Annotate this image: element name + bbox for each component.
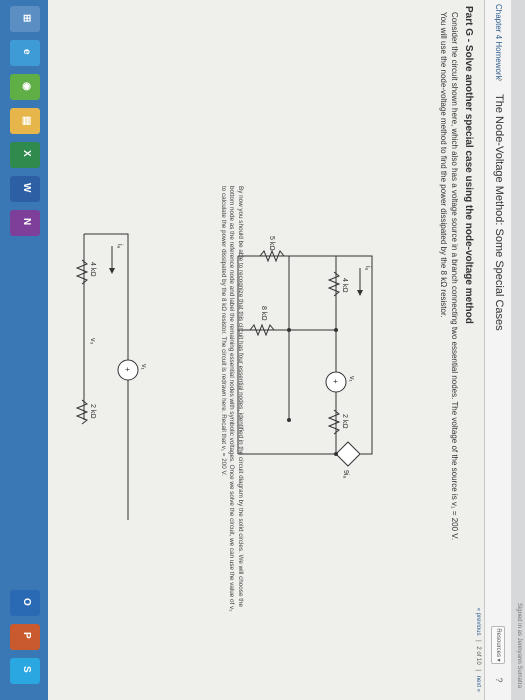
signed-in-text: Signed in as Jennyann Sumatra [516,602,522,688]
breadcrumb: Chapter 4 Homework › The Node-Voltage Me… [484,0,511,700]
circuit1-dependent-source [335,441,361,467]
node-dot [287,328,291,332]
outlook-icon[interactable]: O [10,590,40,616]
breadcrumb-course-link[interactable]: Chapter 4 Homework [494,4,503,80]
node-dot [287,418,291,422]
top-strip: Signed in as Jennyann Sumatra [511,0,525,700]
paragraph-line-3: to calculate the power dissipated by the… [220,186,227,476]
circuit2-r1-zigzag [75,259,89,285]
resources-button[interactable]: Resources ▾ [491,626,505,664]
current-label: iₐ [364,266,371,271]
r2-label: 2 kΩ [341,414,348,429]
windows-start-icon[interactable]: ⊞ [10,6,40,32]
excel-icon[interactable]: X [10,142,40,168]
breadcrumb-separator-icon: › [494,78,506,82]
chrome-icon[interactable]: ◉ [10,74,40,100]
explanation-paragraph: By now you should be able to recognize t… [219,186,244,676]
r1-label: 4 kΩ [341,278,348,293]
resistor-4k-zigzag [327,271,341,297]
circuit2-r1-label: 4 kΩ [89,262,96,277]
help-icon[interactable]: ? [492,674,504,686]
plus-minus-icon: + [331,379,340,384]
onenote-icon[interactable]: N [10,210,40,236]
paragraph-line-2: bottom node as the reference node and la… [228,186,236,612]
resistor-2k-zigzag [327,409,341,435]
r3-label: 5 kΩ [268,236,275,251]
current-arrow-head [357,290,363,296]
node-dot [334,452,338,456]
file-explorer-icon[interactable]: ▤ [10,108,40,134]
dep-source-label: 9iₐ [342,470,349,478]
circuit2-r2-zigzag [75,399,89,425]
circuit2-wire-left [84,233,129,330]
plus-icon: + [123,367,132,372]
page-title: The Node-Voltage Method: Some Special Ca… [493,94,505,331]
circuit2-current-label: iₐ [116,244,123,249]
circuit2-voltage-label: v₁ [140,364,147,371]
paragraph-line-1: By now you should be able to recognize t… [237,186,244,607]
circuit2-current-arrow-head [109,268,115,274]
circuit2-v3-label: v₃ [89,338,96,345]
taskbar: ⊞ e ◉ ▤ X W N O P S [0,0,48,700]
node-dot [334,328,338,332]
circuit-diagram-2 [83,233,139,520]
powerpoint-icon[interactable]: P [10,624,40,650]
skype-icon[interactable]: S [10,658,40,684]
resources-label: Resources [495,628,501,657]
circuit2-r2-label: 2 kΩ [89,404,96,419]
photo-frame: Signed in as Jennyann Sumatra Chapter 4 … [0,0,525,700]
circuit1-wire-outer [238,255,373,455]
ie-icon[interactable]: e [10,40,40,66]
browser-window: Signed in as Jennyann Sumatra Chapter 4 … [0,0,525,700]
voltage-label: v₁ [348,376,355,383]
word-icon[interactable]: W [10,176,40,202]
r4-label: 8 kΩ [260,306,267,321]
main-content: « previous | 2 of 10 | next » Part G - S… [0,0,484,700]
